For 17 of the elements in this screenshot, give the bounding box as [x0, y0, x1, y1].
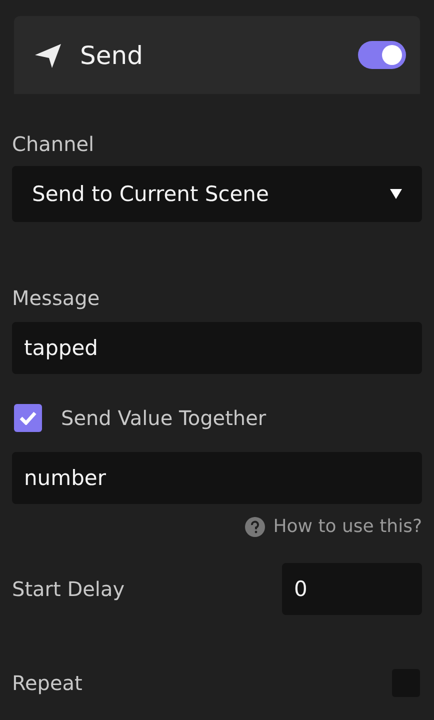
help-icon	[245, 516, 266, 536]
channel-dropdown[interactable]: Send to Current Scene	[12, 166, 422, 222]
section-title: Send	[80, 40, 144, 70]
delay-field[interactable]: 0	[282, 563, 422, 615]
field-label: Start Delay	[12, 577, 125, 601]
caret-icon	[390, 189, 402, 199]
input-field[interactable]: number	[12, 452, 422, 504]
field-label: Repeat	[12, 671, 82, 695]
enable-toggle[interactable]	[358, 41, 406, 69]
paper-plane-icon	[34, 42, 62, 68]
input-field[interactable]: tapped	[12, 322, 422, 374]
checkbox[interactable]	[14, 404, 42, 432]
help-link[interactable]: How to use this?	[273, 516, 422, 537]
checkbox-label: Send Value Together	[61, 406, 266, 430]
field-label: Channel	[12, 132, 96, 156]
field-label: Message	[12, 286, 101, 310]
check-icon	[19, 411, 37, 425]
